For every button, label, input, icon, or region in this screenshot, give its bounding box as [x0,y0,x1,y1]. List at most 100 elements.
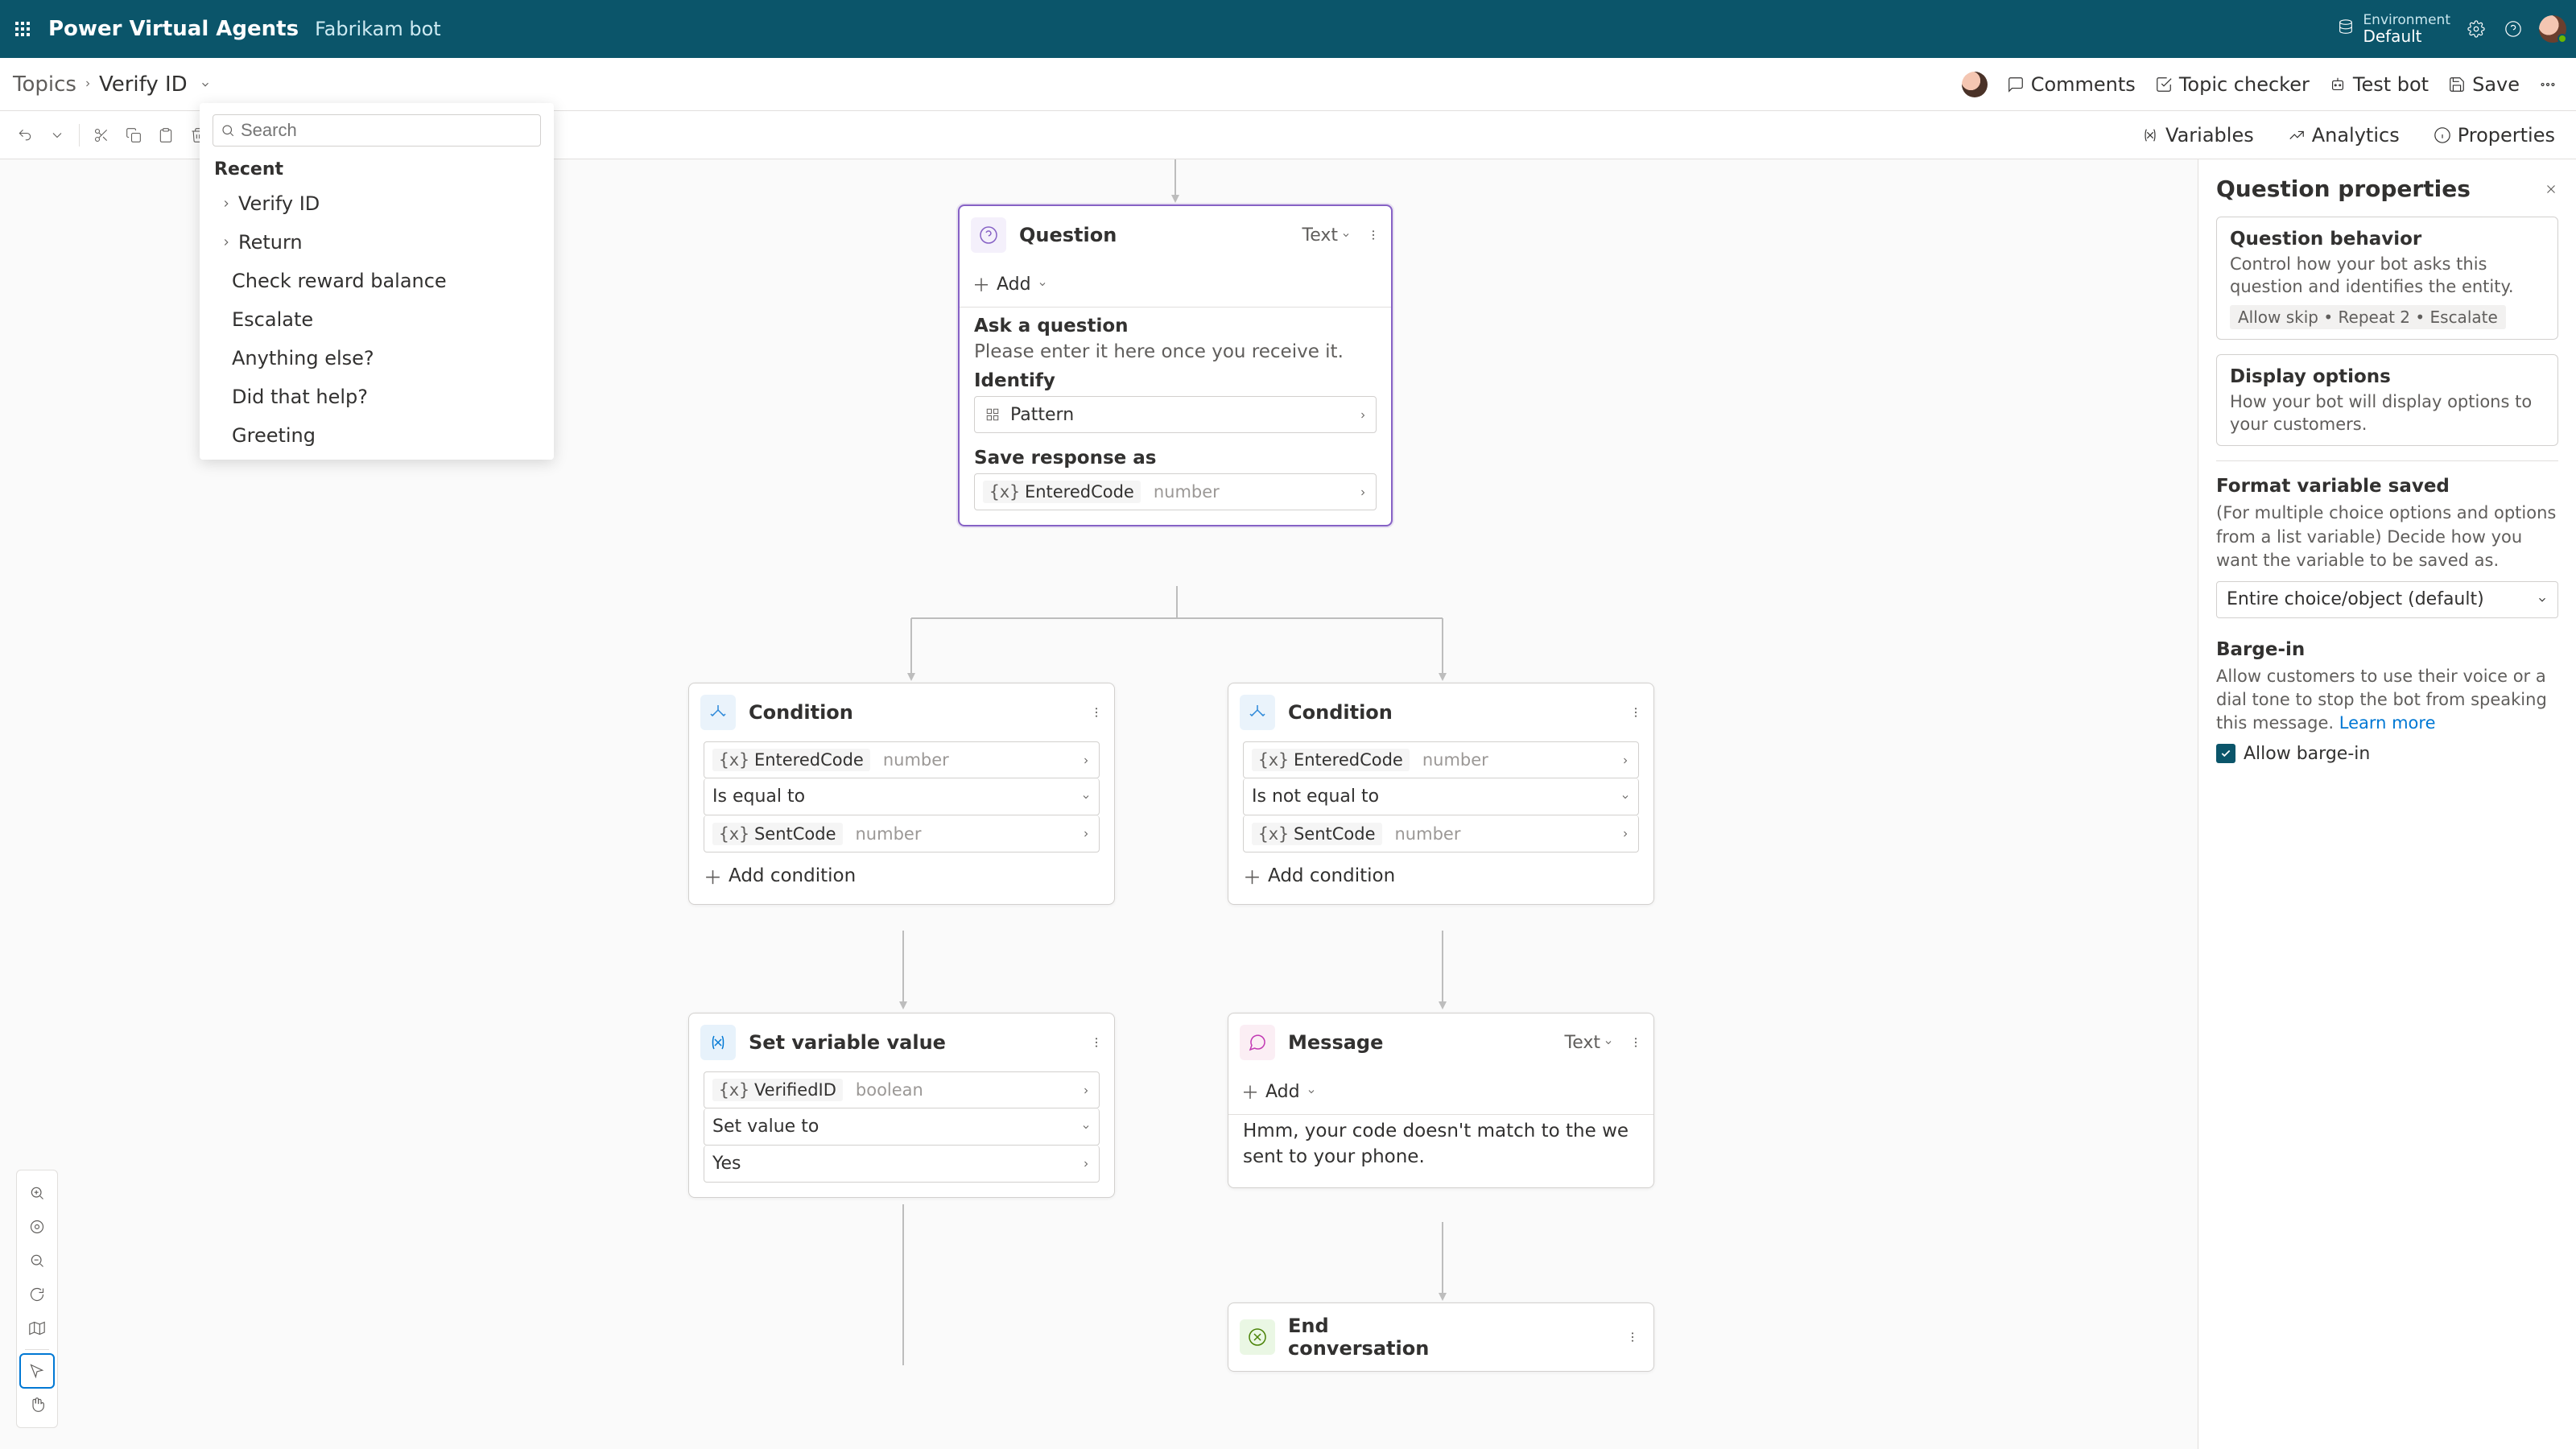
app-titlebar: Power Virtual Agents Fabrikam bot Enviro… [0,0,2576,58]
add-condition-button[interactable]: ＋Add condition [1243,862,1639,890]
app-launcher-icon[interactable] [10,16,35,42]
ask-text[interactable]: Please enter it here once you receive it… [974,341,1377,362]
test-bot-button[interactable]: Test bot [2322,68,2435,101]
ask-label: Ask a question [974,316,1377,336]
node-condition-right[interactable]: Condition {x}EnteredCode number Is not e… [1228,683,1654,905]
save-button[interactable]: Save [2442,68,2526,101]
topic-checker-button[interactable]: Topic checker [2149,68,2316,101]
variables-button[interactable]: Variables [2135,119,2260,151]
environment-value: Default [2363,27,2450,45]
save-response-picker[interactable]: {x}EnteredCode number [974,473,1377,510]
zoom-in[interactable] [21,1177,53,1209]
settings-icon[interactable] [2465,18,2487,40]
add-condition-button[interactable]: ＋Add condition [704,862,1100,890]
recent-topics-panel: Recent Verify ID Return Check reward bal… [200,103,554,460]
recent-item[interactable]: Escalate [200,300,554,339]
zoom-controls [16,1170,58,1428]
message-body[interactable]: Hmm, your code doesn't match to the we s… [1243,1115,1639,1173]
app-title: Power Virtual Agents [48,17,299,41]
topic-dropdown-button[interactable] [194,73,217,96]
node-menu[interactable] [1364,225,1383,245]
comments-label: Comments [2031,73,2136,96]
condition-var2[interactable]: {x}SentCode number [1243,815,1639,852]
node-menu[interactable] [1087,1033,1106,1052]
comments-button[interactable]: Comments [2000,68,2142,101]
recent-heading: Recent [200,155,554,184]
node-type-selector[interactable]: Text [1565,1033,1614,1053]
help-icon[interactable] [2502,18,2524,40]
presence-avatar[interactable] [1955,67,1994,102]
setvar-value[interactable]: Yes [704,1146,1100,1183]
card-display-options[interactable]: Display options How your bot will displa… [2216,354,2558,447]
analytics-button[interactable]: Analytics [2281,119,2406,151]
recent-item[interactable]: Did that help? [200,378,554,416]
barge-in-label: Allow barge-in [2244,744,2370,764]
variables-label: Variables [2165,124,2254,147]
condition-var2[interactable]: {x}SentCode number [704,815,1100,852]
message-icon [1240,1025,1275,1060]
zoom-out[interactable] [21,1245,53,1277]
analytics-label: Analytics [2312,124,2400,147]
condition-var1[interactable]: {x}EnteredCode number [1243,741,1639,778]
condition-operator[interactable]: Is not equal to [1243,778,1639,815]
recent-item[interactable]: Return [200,223,554,262]
chevron-right-icon [221,237,232,248]
condition-operator[interactable]: Is equal to [704,778,1100,815]
breadcrumb-root[interactable]: Topics [13,72,76,97]
recent-item[interactable]: Check reward balance [200,262,554,300]
identify-label: Identify [974,370,1377,391]
card-question-behavior[interactable]: Question behavior Control how your bot a… [2216,217,2558,340]
minimap-button[interactable] [21,1312,53,1344]
setvar-operator[interactable]: Set value to [704,1108,1100,1146]
end-icon [1240,1319,1275,1355]
overflow-menu[interactable] [2533,71,2563,98]
undo-dropdown[interactable] [47,125,68,146]
barge-in-checkbox[interactable] [2216,744,2235,763]
learn-more-link[interactable]: Learn more [2339,713,2436,733]
topic-search-input[interactable] [213,114,541,147]
pan-tool[interactable] [21,1389,53,1421]
recent-item[interactable]: Verify ID [200,184,554,223]
node-menu[interactable] [1623,1327,1642,1347]
recent-item[interactable]: Anything else? [200,339,554,378]
zoom-fit[interactable] [21,1211,53,1243]
user-avatar[interactable] [2539,15,2566,43]
node-title: End conversation [1288,1315,1443,1360]
node-menu[interactable] [1626,1033,1645,1052]
setvar-variable[interactable]: {x}VerifiedID boolean [704,1071,1100,1108]
identify-picker[interactable]: Pattern [974,396,1377,433]
add-variation-button[interactable]: ＋ Add [1228,1071,1653,1114]
add-variation-button[interactable]: ＋ Add [960,264,1391,307]
node-condition-left[interactable]: Condition {x}EnteredCode number Is equal… [688,683,1115,905]
node-title: Set variable value [749,1031,1074,1054]
database-icon [2337,19,2355,39]
environment-label: Environment [2363,13,2450,28]
entity-icon [983,405,1002,424]
node-message[interactable]: Message Text ＋ Add Hmm, your code doesn'… [1228,1013,1654,1188]
close-panel-button[interactable] [2544,175,2558,202]
format-select[interactable]: Entire choice/object (default) [2216,581,2558,618]
undo-button[interactable] [14,125,35,146]
paste-button[interactable] [155,125,176,146]
node-menu[interactable] [1626,703,1645,722]
node-title: Question [1019,224,1290,246]
node-end-conversation[interactable]: End conversation [1228,1302,1654,1372]
recent-item[interactable]: Greeting [200,416,554,455]
select-tool[interactable] [21,1355,53,1387]
chevron-down-icon [2537,594,2548,605]
section-format-title: Format variable saved [2216,476,2558,497]
topic-checker-label: Topic checker [2179,73,2310,96]
node-type-selector[interactable]: Text [1302,225,1352,246]
save-label: Save [2472,73,2520,96]
node-set-variable[interactable]: Set variable value {x}VerifiedID boolean… [688,1013,1115,1198]
node-title: Condition [1288,701,1613,724]
properties-button[interactable]: Properties [2427,119,2562,151]
node-menu[interactable] [1087,703,1106,722]
zoom-reset[interactable] [21,1278,53,1311]
copy-button[interactable] [123,125,144,146]
condition-var1[interactable]: {x}EnteredCode number [704,741,1100,778]
node-question[interactable]: Question Text ＋ Add Ask a question Pleas… [958,204,1393,526]
cut-button[interactable] [91,125,112,146]
environment-switcher[interactable]: Environment Default [2337,13,2450,46]
branch-icon [700,695,736,730]
